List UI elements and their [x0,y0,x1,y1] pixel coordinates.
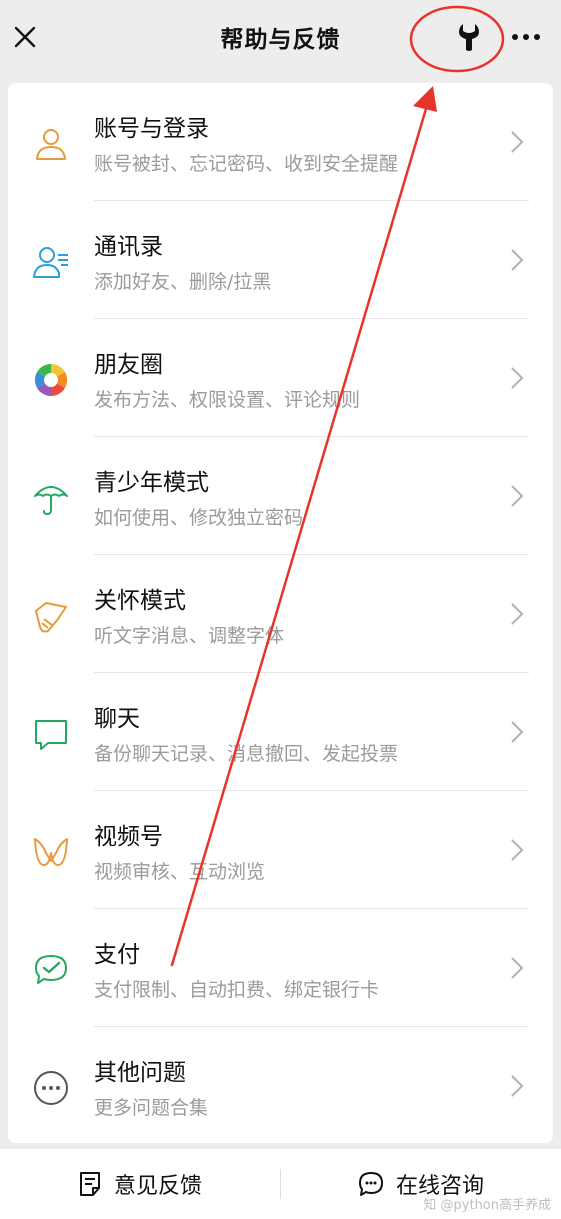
bottom-action-bar: 意见反馈 在线咨询 知 @python高手养成 [0,1149,561,1219]
list-item-channels[interactable]: 视频号 视频审核、互动浏览 [8,791,553,909]
more-circle-icon [34,1071,68,1105]
wrench-icon[interactable] [452,20,486,54]
item-subtitle: 账号被封、忘记密码、收到安全提醒 [94,153,399,175]
item-title: 青少年模式 [94,470,209,496]
chevron-right-icon [511,957,524,979]
moments-icon [34,363,68,397]
feedback-label: 意见反馈 [113,1174,202,1199]
item-title: 朋友圈 [94,352,163,378]
channels-icon [34,838,68,867]
list-item-account-login[interactable]: 账号与登录 账号被封、忘记密码、收到安全提醒 [8,83,553,201]
user-icon [36,129,66,160]
contacts-icon [33,247,68,278]
chevron-right-icon [511,721,524,743]
item-subtitle: 发布方法、权限设置、评论规则 [94,389,361,411]
item-subtitle: 备份聊天记录、消息撤回、发起投票 [94,743,399,765]
item-subtitle: 支付限制、自动扣费、绑定银行卡 [94,979,380,1001]
item-title: 聊天 [94,706,140,732]
umbrella-icon [34,486,68,516]
chat-icon [35,720,67,750]
chat-bubble-icon [358,1172,383,1196]
list-item-care-mode[interactable]: 关怀模式 听文字消息、调整字体 [8,555,553,673]
watermark: 知 @python高手养成 [423,1198,551,1213]
item-title: 关怀模式 [94,588,186,614]
chevron-right-icon [511,603,524,625]
list-item-pay[interactable]: 支付 支付限制、自动扣费、绑定银行卡 [8,909,553,1027]
chevron-right-icon [511,249,524,271]
pay-icon [35,955,67,984]
list-item-chat[interactable]: 聊天 备份聊天记录、消息撤回、发起投票 [8,673,553,791]
help-topic-list: 账号与登录 账号被封、忘记密码、收到安全提醒 通讯录 添加好友、删除/拉黑 朋友… [8,83,553,1143]
item-subtitle: 添加好友、删除/拉黑 [94,271,272,293]
item-title: 其他问题 [94,1060,186,1086]
feedback-button[interactable]: 意见反馈 [0,1149,280,1219]
item-title: 账号与登录 [94,116,209,142]
list-item-contacts[interactable]: 通讯录 添加好友、删除/拉黑 [8,201,553,319]
chevron-right-icon [511,839,524,861]
item-subtitle: 更多问题合集 [94,1097,209,1119]
item-title: 通讯录 [94,234,163,260]
item-subtitle: 视频审核、互动浏览 [94,861,266,883]
list-item-other-questions[interactable]: 其他问题 更多问题合集 [8,1027,553,1145]
item-subtitle: 听文字消息、调整字体 [94,625,285,647]
list-item-moments[interactable]: 朋友圈 发布方法、权限设置、评论规则 [8,319,553,437]
feedback-icon [79,1172,100,1196]
item-title: 视频号 [94,824,163,850]
chevron-right-icon [511,1075,524,1097]
item-subtitle: 如何使用、修改独立密码 [94,507,304,529]
list-item-teen-mode[interactable]: 青少年模式 如何使用、修改独立密码 [8,437,553,555]
top-bar: 帮助与反馈 [0,0,561,76]
chevron-right-icon [511,485,524,507]
chevron-right-icon [511,367,524,389]
care-icon [35,602,67,633]
help-feedback-page: 帮助与反馈 账号与登录 账号被封、忘记密码、收到安全提醒 通讯录 添加好友、删除… [0,0,561,1219]
more-icon[interactable] [510,27,542,47]
chevron-right-icon [511,131,524,153]
item-title: 支付 [94,942,140,968]
